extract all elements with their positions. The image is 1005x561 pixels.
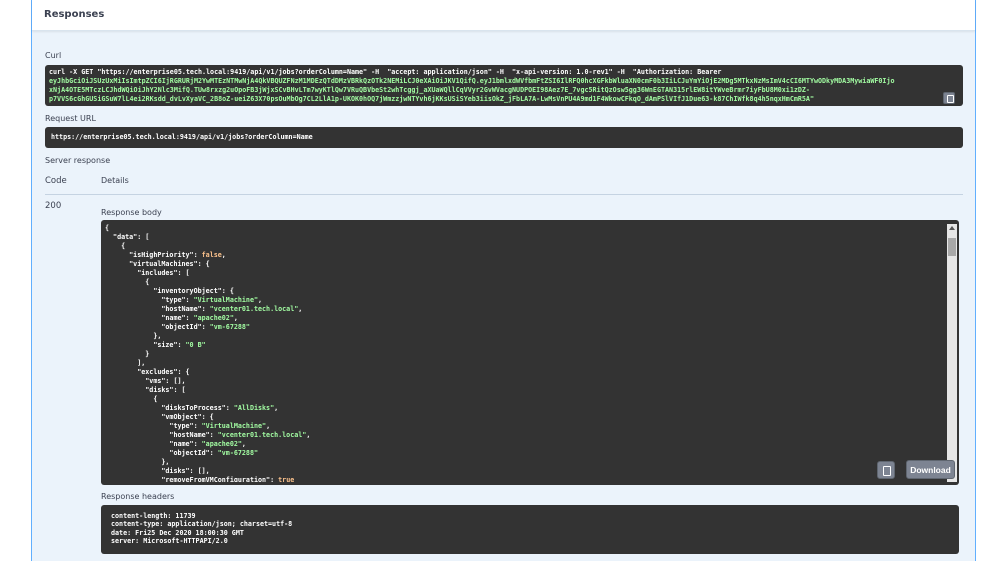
json-token: "disks": [ xyxy=(105,386,186,394)
json-token: "type": xyxy=(105,296,194,304)
json-token: "type": xyxy=(105,422,202,430)
json-token: "AllDisks" xyxy=(233,404,275,412)
json-token: "data": [ xyxy=(105,233,150,241)
responses-panel: Responses Curl curl -X GET "https://ente… xyxy=(31,0,976,561)
json-token: "size": xyxy=(105,341,186,349)
json-token: "removeFromVMConfiguration": xyxy=(105,476,279,482)
response-body-json: { "data": [ { "isHighPriority": false, "… xyxy=(105,224,940,482)
json-token: , xyxy=(233,314,238,322)
json-token: "disksToProcess": xyxy=(105,404,234,412)
json-token: { xyxy=(105,278,150,286)
json-token: "vms": [], xyxy=(105,377,186,385)
scrollbar-thumb[interactable] xyxy=(948,238,956,256)
json-token: } xyxy=(105,350,150,358)
json-token: "VirtualMachine" xyxy=(193,296,258,304)
json-token: "0 B" xyxy=(185,341,206,349)
json-token: "name": xyxy=(105,440,202,448)
json-token: , xyxy=(306,431,311,439)
response-body-label: Response body xyxy=(101,208,162,217)
responses-title: Responses xyxy=(44,9,105,20)
json-token: ], xyxy=(105,359,146,367)
request-url-value: https://enterprise05.tech.local:9419/api… xyxy=(51,133,313,141)
json-token: "objectId": xyxy=(105,323,210,331)
json-token: , xyxy=(241,440,246,448)
json-token: "apache02" xyxy=(201,440,242,448)
json-token: { xyxy=(105,395,158,403)
json-token: , xyxy=(258,296,263,304)
response-body-box[interactable]: { "data": [ { "isHighPriority": false, "… xyxy=(101,220,959,485)
json-token: "isHighPriority": xyxy=(105,251,202,259)
curl-line-2: eyJhbGciOiJSUzUxMiIsImtpZCI6IjRGRURjM2Yw… xyxy=(49,77,895,85)
json-token: "hostName": xyxy=(105,305,210,313)
json-token: }, xyxy=(105,458,170,466)
json-token: "disks": [], xyxy=(105,467,210,475)
curl-command-text: curl -X GET "https://enterprise05.tech.l… xyxy=(49,68,939,104)
json-token: , xyxy=(221,251,226,259)
json-token: "vm-67288" xyxy=(217,449,258,457)
request-url-label: Request URL xyxy=(45,114,96,123)
json-token: , xyxy=(266,422,271,430)
download-button[interactable]: Download xyxy=(906,460,955,479)
response-headers-label: Response headers xyxy=(101,492,175,501)
json-token: true xyxy=(278,476,295,482)
scroll-up-arrow-icon[interactable] xyxy=(949,226,955,230)
header-line: server: Microsoft-HTTPAPI/2.0 xyxy=(111,537,228,546)
copy-response-button[interactable] xyxy=(877,461,895,479)
table-divider xyxy=(45,194,963,195)
curl-line-3: xNjA4OTE5MTczLCJhdWQiOiJhY2Nlc3MifQ.TUw8… xyxy=(49,86,810,94)
json-token: , xyxy=(298,305,303,313)
json-token: "objectId": xyxy=(105,449,218,457)
code-column-header: Code xyxy=(45,176,67,186)
header-line: content-type: application/json; charset=… xyxy=(111,520,293,529)
json-token: , xyxy=(274,404,279,412)
details-column-header: Details xyxy=(101,176,129,185)
header-line: content-length: 11739 xyxy=(111,512,196,520)
json-token: false xyxy=(201,251,222,259)
json-token: { xyxy=(105,242,126,250)
json-token: "vcenter01.tech.local" xyxy=(217,431,307,439)
json-token: "vmObject": { xyxy=(105,413,214,421)
response-body-scrollbar[interactable] xyxy=(947,224,957,482)
curl-label: Curl xyxy=(45,51,62,60)
json-token: "apache02" xyxy=(193,314,234,322)
curl-line-1: curl -X GET "https://enterprise05.tech.l… xyxy=(49,68,722,76)
json-token: "hostName": xyxy=(105,431,218,439)
json-token: "name": xyxy=(105,314,194,322)
json-token: "inventoryObject": { xyxy=(105,287,234,295)
json-token: "vm-67288" xyxy=(209,323,250,331)
response-headers-box[interactable]: content-length: 11739 content-type: appl… xyxy=(101,505,959,554)
request-url-box[interactable]: https://enterprise05.tech.local:9419/api… xyxy=(45,127,963,148)
json-token: "virtualMachines": { xyxy=(105,260,210,268)
json-token: { xyxy=(105,224,110,232)
server-response-label: Server response xyxy=(45,156,111,165)
header-line: date: Fri25 Dec 2020 18:00:30 GMT xyxy=(111,528,244,537)
json-token: "includes": [ xyxy=(105,269,190,277)
curl-command-box[interactable]: curl -X GET "https://enterprise05.tech.l… xyxy=(45,65,963,106)
curl-line-4: p7VVS6cGhGUSiGSuW7lL4ei2RKsdd_dvLvXyaVC_… xyxy=(49,95,814,103)
json-token: "VirtualMachine" xyxy=(201,422,267,430)
copy-curl-button[interactable] xyxy=(943,92,955,104)
json-token: }, xyxy=(105,332,162,340)
response-headers-text: content-length: 11739 content-type: appl… xyxy=(111,512,292,546)
json-token: "excludes": { xyxy=(105,368,190,376)
json-token: "vcenter01.tech.local" xyxy=(209,305,299,313)
responses-header: Responses xyxy=(32,0,975,31)
response-code: 200 xyxy=(45,201,62,211)
